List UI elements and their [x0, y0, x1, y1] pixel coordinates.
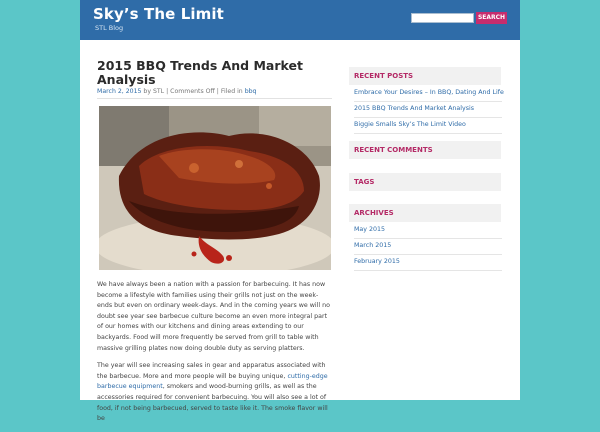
tags-title: TAGS — [349, 173, 501, 191]
recent-post-link[interactable]: Embrace Your Desires – In BBQ, Dating An… — [354, 86, 504, 102]
post-paragraph-2: The year will see increasing sales in ge… — [97, 361, 333, 425]
post-meta: March 2, 2015 by STL | Comments Off | Fi… — [97, 88, 332, 99]
recent-comments-title: RECENT COMMENTS — [349, 141, 501, 159]
recent-posts-list: Embrace Your Desires – In BBQ, Dating An… — [354, 86, 504, 134]
recent-post-link[interactable]: 2015 BBQ Trends And Market Analysis — [354, 102, 502, 118]
search-button[interactable]: SEARCH — [476, 12, 507, 24]
post-paragraph-1: We have always been a nation with a pass… — [97, 281, 331, 352]
category-link[interactable]: bbq — [245, 88, 257, 95]
recent-posts-title: RECENT POSTS — [349, 67, 501, 85]
bbq-ribs-image — [99, 106, 331, 270]
search-input[interactable] — [411, 13, 474, 23]
archives-list: May 2015 March 2015 February 2015 — [354, 223, 502, 271]
archives-title: ARCHIVES — [349, 204, 501, 222]
archive-link[interactable]: February 2015 — [354, 255, 502, 271]
post-comments-status: Comments Off — [170, 88, 215, 95]
recent-post-link[interactable]: Biggie Smalls Sky’s The Limit Video — [354, 118, 502, 134]
post-author: by STL — [143, 88, 165, 95]
archive-link[interactable]: March 2015 — [354, 239, 502, 255]
site-tagline: STL Blog — [95, 24, 124, 32]
post-date-link[interactable]: March 2, 2015 — [97, 88, 141, 95]
content-area: 2015 BBQ Trends And Market Analysis Marc… — [80, 40, 520, 422]
filed-in-label: Filed in — [220, 88, 243, 95]
site-title[interactable]: Sky’s The Limit — [93, 5, 224, 23]
post-title[interactable]: 2015 BBQ Trends And Market Analysis — [97, 59, 327, 87]
site-header: Sky’s The Limit STL Blog SEARCH — [80, 0, 520, 40]
archive-link[interactable]: May 2015 — [354, 223, 502, 239]
post-body: We have always been a nation with a pass… — [97, 280, 333, 432]
